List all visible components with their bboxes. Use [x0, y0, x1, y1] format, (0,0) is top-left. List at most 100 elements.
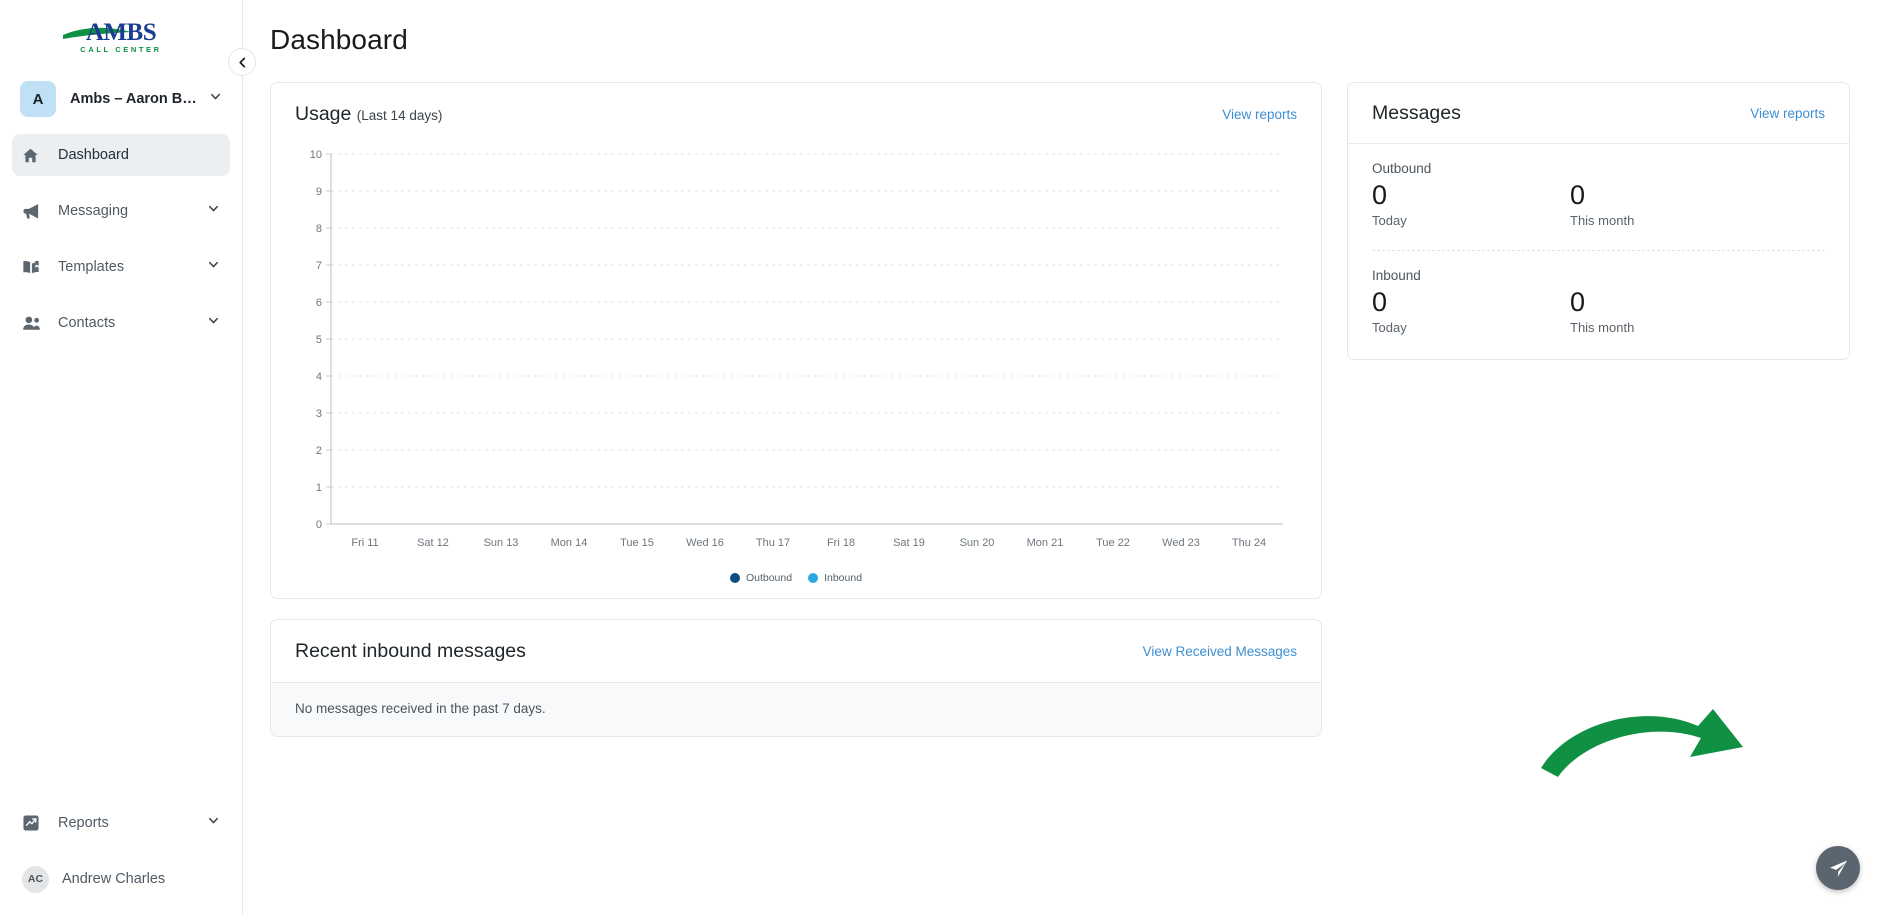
usage-chart-svg: 0 1 2 3 4 5 6 7 8 9 10 Fri 11 Sat 12 Sun 13 Mon 14 Tue … — [310, 149, 1283, 549]
sidebar-item-label: Dashboard — [58, 147, 129, 163]
stat-inbound-month: 0 This month — [1570, 286, 1768, 335]
stat-caption: This month — [1570, 212, 1635, 228]
megaphone-icon — [22, 202, 46, 221]
sidebar-item-label: Messaging — [58, 203, 129, 219]
stat-caption: This month — [1570, 319, 1635, 335]
svg-text:Wed 23: Wed 23 — [1162, 537, 1200, 549]
messages-card-title: Messages — [1372, 102, 1461, 124]
usage-chart[interactable]: 0 1 2 3 4 5 6 7 8 9 10 Fri 11 Sat 12 Sun 13 Mon 14 Tue … — [293, 144, 1299, 564]
dashboard-grid: Usage (Last 14 days) View reports 0 1 2 3 4 5… — [270, 82, 1850, 737]
svg-text:5: 5 — [316, 334, 322, 346]
svg-text:7: 7 — [316, 260, 322, 272]
legend-item[interactable]: Inbound — [808, 572, 862, 584]
messages-card-header: Messages View reports — [1348, 83, 1849, 144]
svg-text:Wed 16: Wed 16 — [686, 537, 724, 549]
usage-chart-body: 0 1 2 3 4 5 6 7 8 9 10 Fri 11 Sat 12 Sun 13 Mon 14 Tue … — [271, 144, 1321, 598]
legend-color-swatch — [729, 573, 740, 583]
view-received-messages-link[interactable]: View Received Messages — [1143, 644, 1297, 659]
trending-up-icon — [22, 814, 46, 832]
home-icon — [22, 147, 46, 164]
sidebar-item-label: Reports — [58, 815, 109, 831]
svg-text:3: 3 — [316, 408, 322, 420]
sidebar-item-templates[interactable]: Templates — [12, 246, 230, 288]
messages-outbound-label: Outbound — [1372, 161, 1432, 176]
chevron-down-icon — [209, 90, 222, 108]
usage-title-subtitle: (Last 14 days) — [356, 108, 443, 123]
svg-text:4: 4 — [316, 371, 322, 383]
sidebar-collapse-button[interactable] — [228, 48, 256, 76]
svg-text:Mon 21: Mon 21 — [1027, 537, 1064, 549]
user-name: Andrew Charles — [62, 871, 166, 887]
svg-text:Thu 24: Thu 24 — [1232, 537, 1266, 549]
svg-text:Mon 14: Mon 14 — [551, 537, 588, 549]
page-title: Dashboard — [270, 24, 408, 55]
stat-caption: Today — [1372, 319, 1407, 335]
ambs-logo-icon: AMBS CALL CENTER — [63, 19, 161, 54]
usage-card: Usage (Last 14 days) View reports 0 1 2 3 4 5… — [270, 82, 1322, 599]
svg-text:Sat 12: Sat 12 — [417, 537, 449, 549]
stat-inbound-today: 0 Today — [1372, 286, 1570, 335]
stat-value: 0 — [1372, 286, 1388, 317]
svg-text:CALL CENTER: CALL CENTER — [80, 45, 161, 54]
sidebar-item-messaging[interactable]: Messaging — [12, 190, 230, 232]
svg-text:8: 8 — [316, 223, 322, 235]
svg-text:Tue 15: Tue 15 — [620, 537, 654, 549]
messages-card: Messages View reports Outbound 0 Today 0 — [1347, 82, 1850, 360]
chart-legend: Outbound Inbound — [293, 572, 1299, 584]
send-message-fab[interactable] — [1816, 846, 1860, 890]
svg-text:10: 10 — [310, 149, 322, 161]
svg-text:0: 0 — [316, 519, 322, 531]
user-profile[interactable]: AC Andrew Charles — [12, 858, 230, 900]
recent-inbound-header: Recent inbound messages View Received Me… — [271, 620, 1321, 683]
logo[interactable]: AMBS CALL CENTER — [0, 0, 242, 66]
people-icon — [22, 314, 46, 333]
sidebar-item-label: Contacts — [58, 315, 116, 331]
svg-text:Sun 13: Sun 13 — [484, 537, 519, 549]
messages-inbound-section: Inbound 0 Today 0 This month — [1348, 251, 1849, 359]
app-root: AMBS CALL CENTER A Ambs – Aaron B… Dashb… — [0, 0, 1890, 914]
svg-text:1: 1 — [316, 482, 322, 494]
legend-item[interactable]: Outbound — [729, 572, 793, 584]
legend-label: Inbound — [824, 572, 863, 584]
svg-text:6: 6 — [316, 297, 322, 309]
stat-outbound-today: 0 Today — [1372, 179, 1570, 228]
legend-label: Outbound — [745, 572, 793, 584]
usage-view-reports-link[interactable]: View reports — [1222, 107, 1297, 122]
recent-inbound-empty-text: No messages received in the past 7 days. — [271, 683, 1321, 736]
sidebar-item-contacts[interactable]: Contacts — [12, 302, 230, 344]
right-column: Messages View reports Outbound 0 Today 0 — [1347, 82, 1850, 360]
sidebar-nav: Dashboard Messaging Templates Contacts — [0, 134, 242, 358]
svg-text:9: 9 — [316, 186, 322, 198]
sidebar-item-label: Templates — [58, 259, 125, 275]
account-name: Ambs – Aaron B… — [70, 91, 197, 107]
usage-card-header: Usage (Last 14 days) View reports — [271, 83, 1321, 144]
account-selector[interactable]: A Ambs – Aaron B… — [12, 76, 230, 122]
main-content: Dashboard Usage (Last 14 days) View repo… — [243, 0, 1890, 914]
account-badge: A — [20, 81, 56, 117]
usage-title-text: Usage — [295, 103, 352, 125]
svg-text:Fri 18: Fri 18 — [827, 537, 855, 549]
svg-text:Fri 11: Fri 11 — [351, 537, 378, 549]
stat-value: 0 — [1372, 180, 1388, 210]
messages-inbound-label: Inbound — [1372, 267, 1421, 283]
usage-card-title: Usage (Last 14 days) — [295, 103, 442, 126]
chevron-down-icon — [207, 314, 220, 332]
messages-inbound-stats: 0 Today 0 This month — [1372, 286, 1825, 335]
sidebar-item-dashboard[interactable]: Dashboard — [12, 134, 230, 176]
svg-text:AMBS: AMBS — [86, 19, 156, 46]
left-column: Usage (Last 14 days) View reports 0 1 2 3 4 5… — [270, 82, 1322, 737]
chevron-left-icon — [238, 57, 245, 67]
svg-text:Sun 20: Sun 20 — [960, 537, 995, 549]
stat-outbound-month: 0 This month — [1570, 179, 1768, 228]
sidebar-bottom: Reports AC Andrew Charles — [0, 802, 242, 914]
messages-outbound-section: Outbound 0 Today 0 This month — [1348, 144, 1849, 234]
legend-color-swatch — [808, 573, 819, 583]
chevron-down-icon — [207, 202, 220, 220]
messages-view-reports-link[interactable]: View reports — [1750, 106, 1825, 121]
stat-value: 0 — [1570, 286, 1586, 317]
sidebar-item-reports[interactable]: Reports — [12, 802, 230, 844]
svg-text:Sat 19: Sat 19 — [893, 537, 925, 549]
recent-inbound-card: Recent inbound messages View Received Me… — [270, 619, 1322, 737]
recent-inbound-title: Recent inbound messages — [295, 640, 526, 662]
